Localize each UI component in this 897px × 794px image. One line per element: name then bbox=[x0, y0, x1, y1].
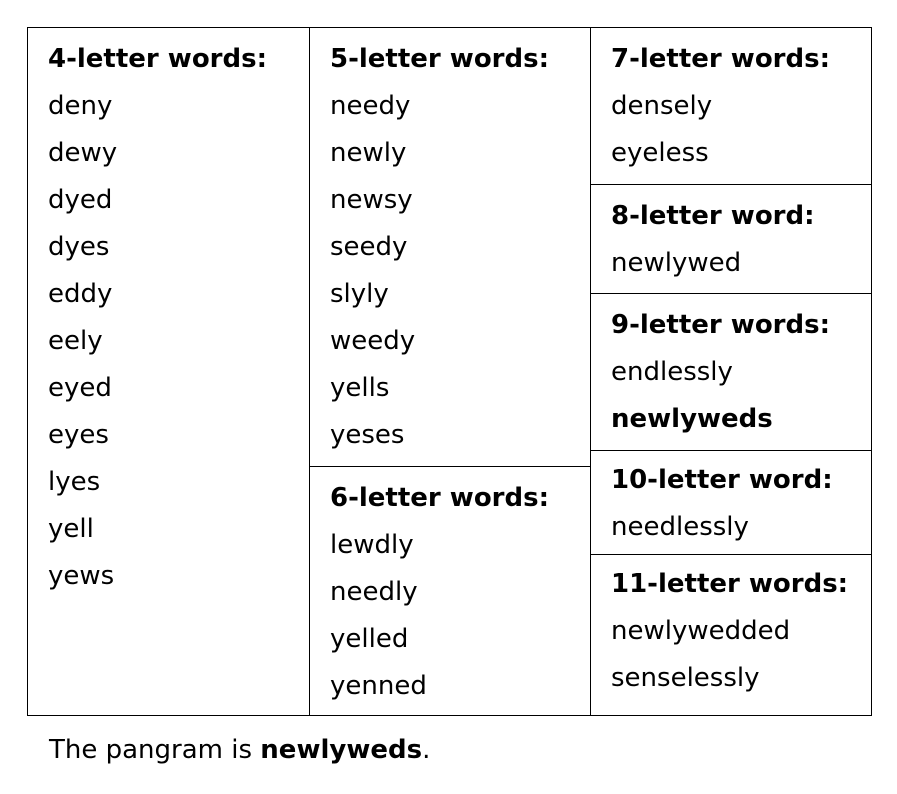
pangram-note-word: newlyweds bbox=[260, 735, 423, 765]
cell-8-letter-word: 8-letter word: newlywed bbox=[591, 184, 871, 293]
word-item: newlywed bbox=[611, 248, 742, 278]
word-item: newsy bbox=[330, 185, 413, 215]
column-5-6-letter: 5-letter words: needy newly newsy seedy … bbox=[310, 28, 591, 715]
word-item: eely bbox=[48, 326, 103, 356]
cell-4-letter-words: 4-letter words: deny dewy dyed dyes eddy… bbox=[28, 36, 309, 600]
word-item: needy bbox=[330, 91, 411, 121]
heading-11-letter: 11-letter words: bbox=[611, 569, 849, 599]
word-item: yenned bbox=[330, 671, 427, 701]
heading-6-letter: 6-letter words: bbox=[330, 483, 549, 513]
cell-7-letter-words: 7-letter words: densely eyeless bbox=[591, 36, 871, 177]
word-item: newly bbox=[330, 138, 407, 168]
heading-5-letter: 5-letter words: bbox=[330, 44, 549, 74]
word-item: yell bbox=[48, 514, 94, 544]
word-item: endlessly bbox=[611, 357, 733, 387]
heading-4-letter: 4-letter words: bbox=[48, 44, 267, 74]
pangram-note-suffix: . bbox=[422, 735, 431, 765]
cell-5-letter-words: 5-letter words: needy newly newsy seedy … bbox=[310, 36, 590, 459]
word-item: dyed bbox=[48, 185, 113, 215]
word-item: lyes bbox=[48, 467, 101, 497]
word-item: needlessly bbox=[611, 512, 749, 542]
word-item: deny bbox=[48, 91, 113, 121]
word-list-table: 4-letter words: deny dewy dyed dyes eddy… bbox=[27, 27, 872, 716]
cell-10-letter-word: 10-letter word: needlessly bbox=[591, 450, 871, 554]
pangram-word: newlyweds bbox=[611, 404, 773, 434]
word-item: lewdly bbox=[330, 530, 414, 560]
column-7-11-letter: 7-letter words: densely eyeless 8-letter… bbox=[591, 28, 871, 715]
word-item: needly bbox=[330, 577, 418, 607]
word-item: senselessly bbox=[611, 663, 760, 693]
word-item: dewy bbox=[48, 138, 118, 168]
word-item: eyeless bbox=[611, 138, 709, 168]
word-item: eyes bbox=[48, 420, 109, 450]
word-item: eyed bbox=[48, 373, 112, 403]
word-item: slyly bbox=[330, 279, 389, 309]
heading-9-letter: 9-letter words: bbox=[611, 310, 830, 340]
word-item: yells bbox=[330, 373, 390, 403]
pangram-note: The pangram is newlyweds. bbox=[49, 728, 430, 772]
cell-6-letter-words: 6-letter words: lewdly needly yelled yen… bbox=[310, 466, 590, 715]
word-item: densely bbox=[611, 91, 713, 121]
column-4-letter: 4-letter words: deny dewy dyed dyes eddy… bbox=[28, 28, 310, 715]
word-item: seedy bbox=[330, 232, 408, 262]
cell-11-letter-words: 11-letter words: newlywedded senselessly bbox=[591, 554, 871, 715]
word-item: yelled bbox=[330, 624, 409, 654]
word-item: yeses bbox=[330, 420, 405, 450]
pangram-note-prefix: The pangram is bbox=[49, 735, 261, 765]
heading-7-letter: 7-letter words: bbox=[611, 44, 830, 74]
word-item: eddy bbox=[48, 279, 113, 309]
word-item: weedy bbox=[330, 326, 416, 356]
cell-9-letter-words: 9-letter words: endlessly newlyweds bbox=[591, 293, 871, 450]
word-item: yews bbox=[48, 561, 115, 591]
word-item: dyes bbox=[48, 232, 110, 262]
heading-10-letter: 10-letter word: bbox=[611, 465, 833, 495]
heading-8-letter: 8-letter word: bbox=[611, 201, 815, 231]
word-item: newlywedded bbox=[611, 616, 791, 646]
